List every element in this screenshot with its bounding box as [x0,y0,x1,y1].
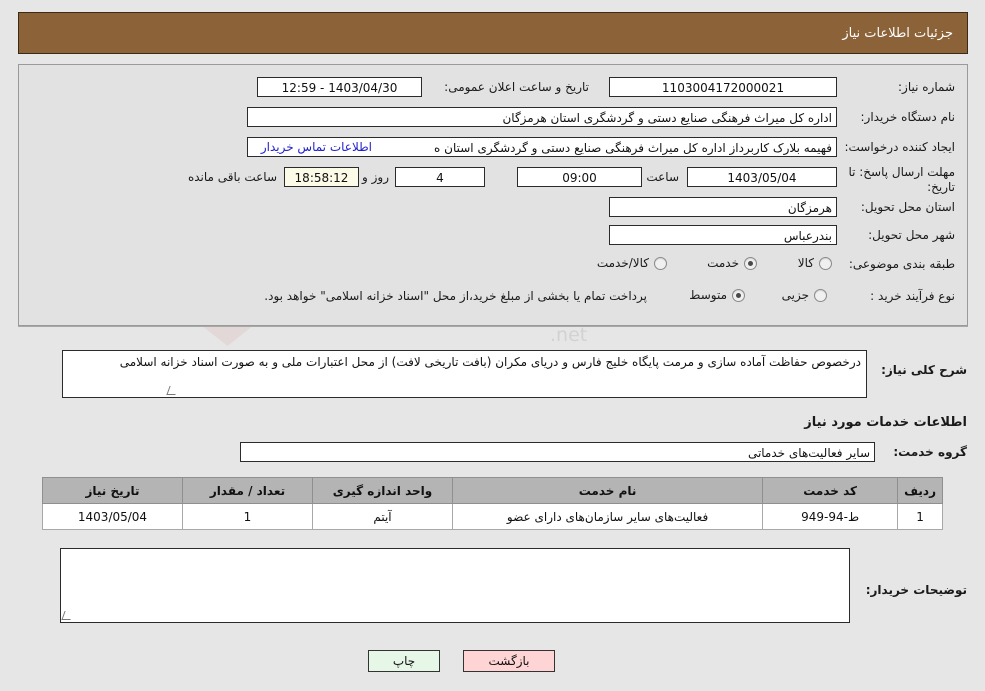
print-button[interactable]: چاپ [368,650,440,672]
col-unit: واحد اندازه گیری [312,477,453,504]
back-button[interactable]: بازگشت [463,650,555,672]
buyer-org-label: نام دستگاه خریدار: [860,110,956,124]
col-date: تاریخ نیاز [42,477,183,504]
col-name: نام خدمت [451,477,764,504]
need-info-panel: شماره نیاز: 1103004172000021 تاریخ و ساع… [18,64,968,326]
service-group-label: گروه خدمت: [893,445,967,459]
radio-indicator[interactable] [744,256,757,270]
cell-row: 1 [897,503,943,530]
radio-process-jozii[interactable]: جزیی [782,288,827,302]
services-table: ردیف کد خدمت نام خدمت واحد اندازه گیری ت… [42,477,943,530]
buyer-org-value: اداره کل میراث فرهنگی صنایع دستی و گردشگ… [247,107,837,127]
col-code: کد خدمت [762,477,899,504]
radio-indicator[interactable] [654,256,667,270]
buyer-contact-link[interactable]: اطلاعات تماس خریدار [261,140,372,154]
deadline-date-value: 1403/05/04 [687,167,837,187]
cell-unit: آیتم [312,503,453,530]
delivery-province-value: هرمزگان [609,197,837,217]
service-group-value: سایر فعالیت‌های خدماتی [240,442,875,462]
col-row: ردیف [897,477,943,504]
buyer-notes-label: توضیحات خریدار: [865,583,967,597]
radio-label: متوسط [689,288,727,302]
radio-indicator[interactable] [819,256,832,270]
category-label: طبقه بندی موضوعی: [848,257,955,271]
remaining-days-label: روز و [362,170,389,184]
countdown-timer: 18:58:12 [284,167,359,187]
islamic-treasury-note: پرداخت تمام یا بخشی از مبلغ خرید،از محل … [264,289,647,303]
description-textarea[interactable] [62,350,867,398]
radio-category-khedmat[interactable]: خدمت [707,256,757,270]
process-type-label: نوع فرآیند خرید : [870,289,955,303]
cell-code: ط-94-949 [762,503,899,530]
description-label: شرح کلی نیاز: [881,363,967,377]
radio-indicator[interactable] [732,288,745,302]
deadline-hour-label: ساعت [646,170,679,184]
delivery-city-value: بندرعباس [609,225,837,245]
radio-indicator[interactable] [814,288,827,302]
deadline-hour-value: 09:00 [517,167,642,187]
remaining-hours-label: ساعت باقی مانده [187,170,277,184]
page-header: جزئیات اطلاعات نیاز [18,12,968,54]
section-divider [18,326,968,327]
radio-label: کالا [797,256,814,270]
cell-date: 1403/05/04 [42,503,183,530]
radio-category-kala-khedmat[interactable]: کالا/خدمت [597,256,667,270]
announce-datetime-label: تاریخ و ساعت اعلان عمومی: [444,80,589,94]
delivery-city-label: شهر محل تحویل: [868,228,955,242]
requester-label: ایجاد کننده درخواست: [844,140,955,154]
need-number-value: 1103004172000021 [609,77,837,97]
remaining-days-value: 4 [395,167,485,187]
radio-label: کالا/خدمت [596,256,649,270]
watermark-suffix: .net [550,324,588,346]
table-header-row: ردیف کد خدمت نام خدمت واحد اندازه گیری ت… [42,477,943,504]
radio-category-kala[interactable]: کالا [798,256,832,270]
page-root: AriaTender .net جزئیات اطلاعات نیاز شمار… [0,0,985,691]
table-row: 1 ط-94-949 فعالیت‌های سایر سازمان‌های دا… [42,503,943,530]
radio-label: خدمت [707,256,739,270]
services-section-heading: اطلاعات خدمات مورد نیاز [804,415,967,430]
radio-label: جزیی [781,288,809,302]
need-number-label: شماره نیاز: [898,80,955,94]
col-quantity: تعداد / مقدار [182,477,313,504]
deadline-label: مهلت ارسال پاسخ: تا تاریخ: [848,165,955,194]
buyer-notes-textarea[interactable] [60,548,850,623]
radio-process-motevaset[interactable]: متوسط [689,288,745,302]
delivery-province-label: استان محل تحویل: [860,200,955,214]
page-title: جزئیات اطلاعات نیاز [842,25,953,41]
announce-datetime-value: 1403/04/30 - 12:59 [257,77,422,97]
cell-name: فعالیت‌های سایر سازمان‌های دارای عضو [451,503,764,530]
cell-quantity: 1 [182,503,313,530]
